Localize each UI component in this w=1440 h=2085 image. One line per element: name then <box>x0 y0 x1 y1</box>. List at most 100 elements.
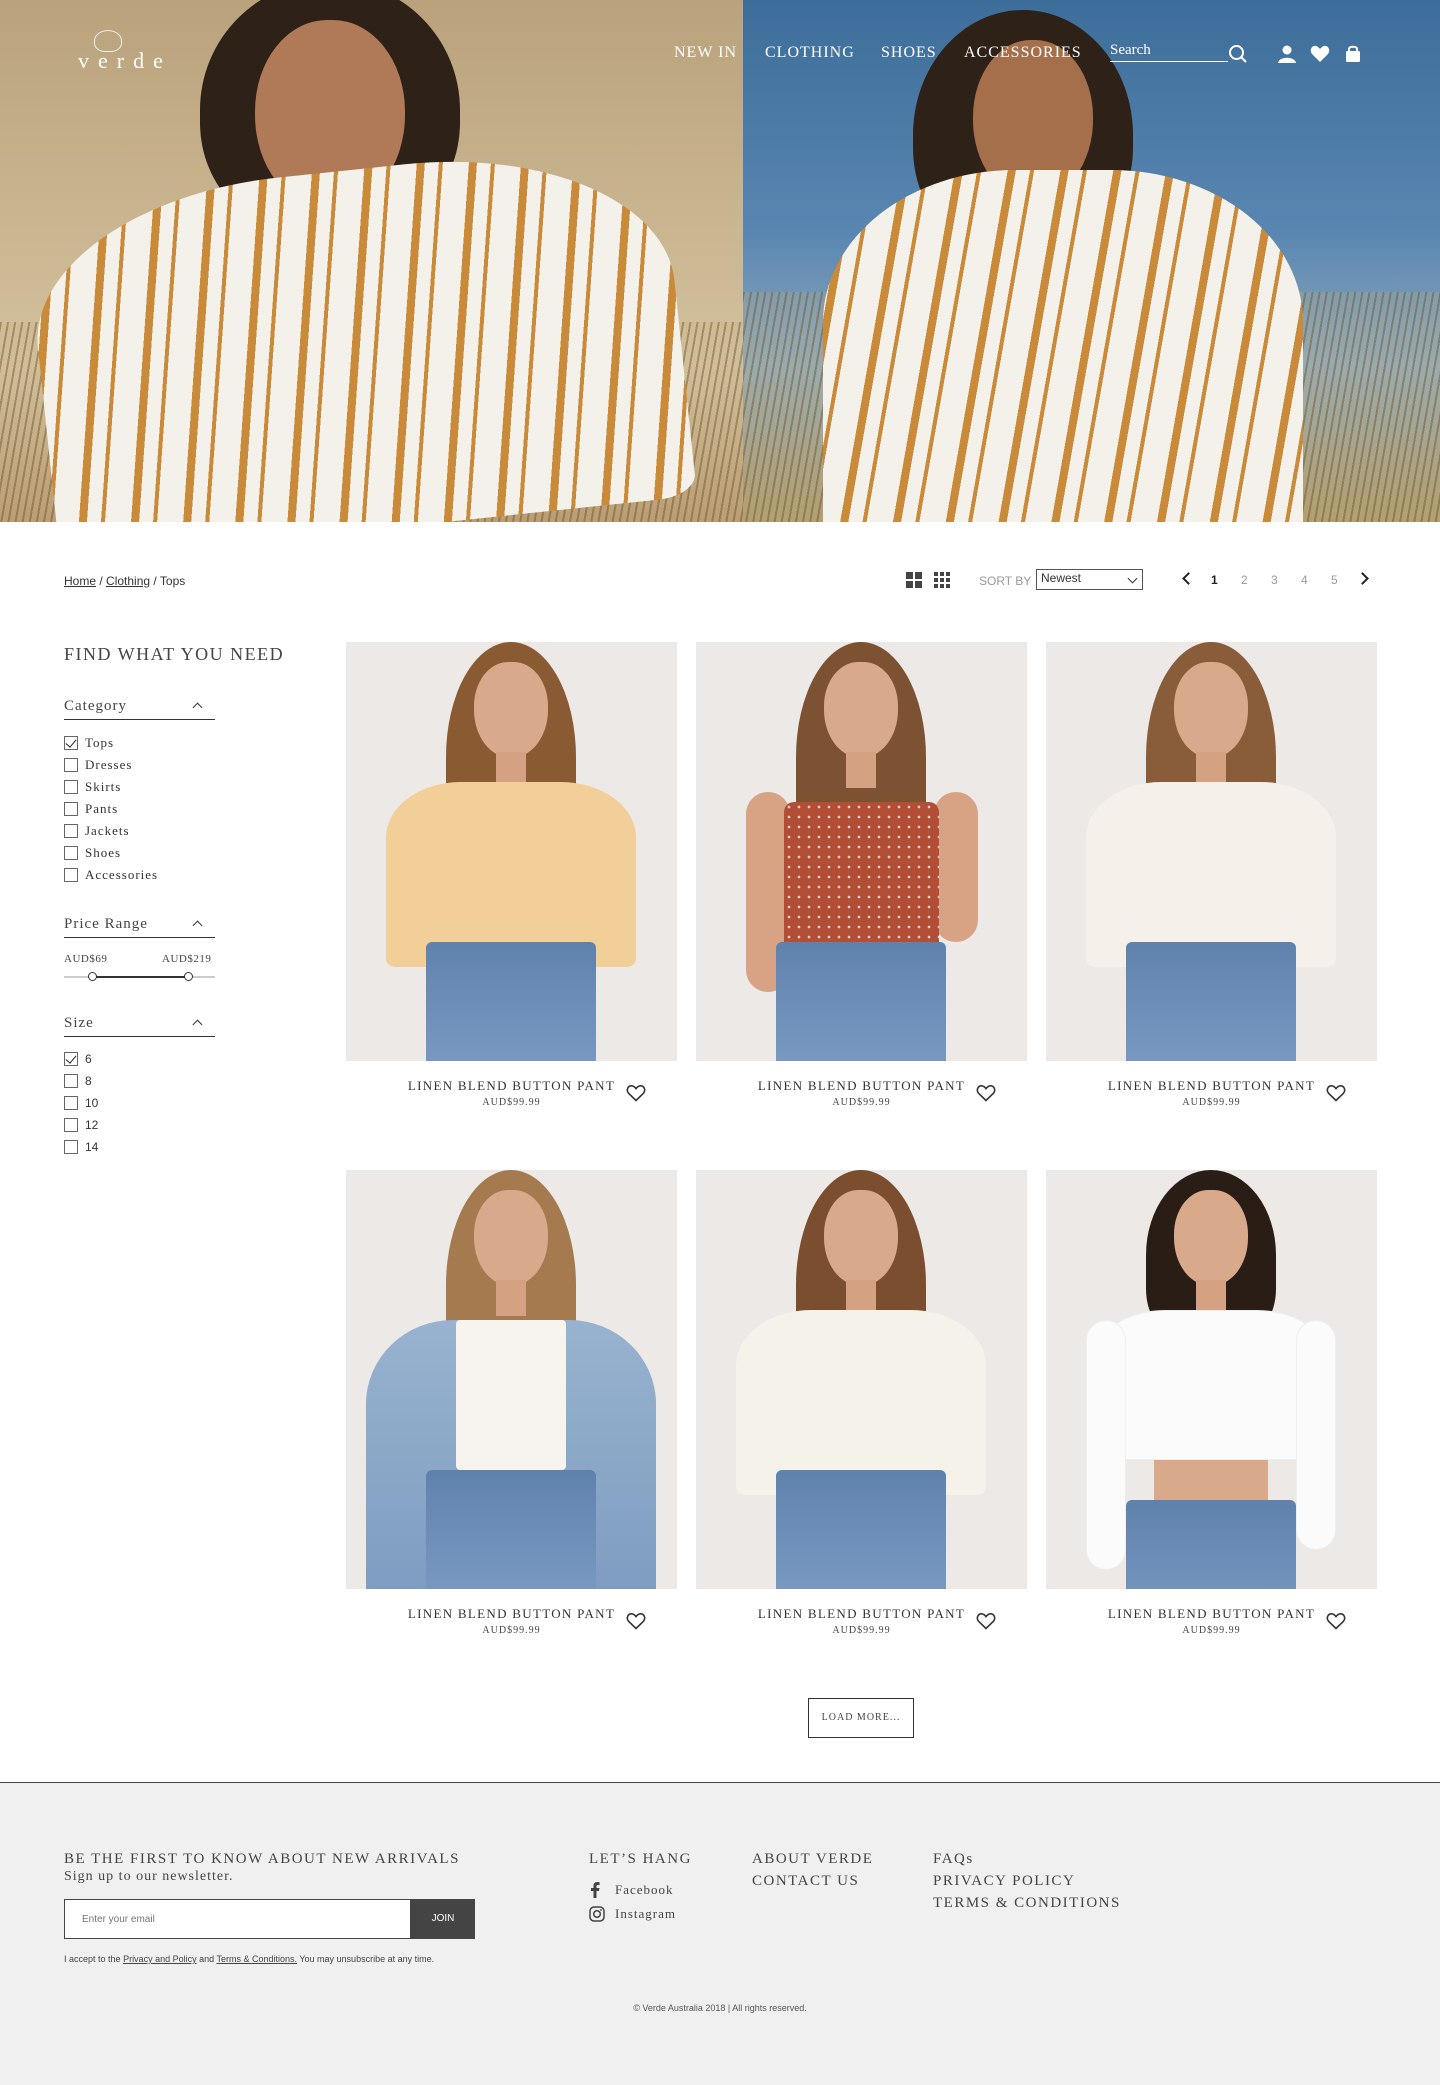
wishlist-heart-icon[interactable] <box>976 1084 996 1102</box>
social-title: LET’S HANG <box>589 1851 692 1867</box>
search-icon[interactable] <box>1228 44 1248 64</box>
footer-link-faqs[interactable]: FAQs <box>933 1851 974 1868</box>
product-image[interactable] <box>346 642 677 1061</box>
user-icon[interactable] <box>1277 44 1297 64</box>
checkbox[interactable] <box>64 736 78 750</box>
checkbox-label: Tops <box>85 735 115 750</box>
privacy-policy-link[interactable]: Privacy and Policy <box>123 1954 197 1964</box>
size-option[interactable]: 8 <box>64 1073 92 1089</box>
brand-logo[interactable]: verde <box>78 48 172 74</box>
category-option[interactable]: Dresses <box>64 757 132 773</box>
product-card: LINEN BLEND BUTTON PANT AUD$99.99 <box>1046 1170 1377 1650</box>
product-image[interactable] <box>1046 642 1377 1061</box>
category-option[interactable]: Skirts <box>64 779 121 795</box>
checkbox[interactable] <box>64 802 78 816</box>
chevron-down-icon <box>1127 573 1138 584</box>
checkbox[interactable] <box>64 1140 78 1154</box>
checkbox[interactable] <box>64 1118 78 1132</box>
size-option[interactable]: 12 <box>64 1117 98 1133</box>
checkbox[interactable] <box>64 846 78 860</box>
chevron-up-icon <box>192 1019 203 1030</box>
category-filter-header[interactable]: Category <box>64 698 215 720</box>
footer-link-about[interactable]: ABOUT VERDE <box>752 1851 873 1868</box>
facebook-label: Facebook <box>615 1882 674 1897</box>
product-image[interactable] <box>346 1170 677 1589</box>
size-option[interactable]: 14 <box>64 1139 98 1155</box>
category-option[interactable]: Jackets <box>64 823 130 839</box>
size-filter-title: Size <box>64 1015 94 1031</box>
facebook-icon <box>591 1882 600 1898</box>
product-image[interactable] <box>1046 1170 1377 1589</box>
top-navigation: verde NEW IN CLOTHING SHOES ACCESSORIES <box>0 0 1440 110</box>
chevron-up-icon <box>192 920 203 931</box>
nav-link-accessories[interactable]: ACCESSORIES <box>964 44 1082 62</box>
category-option[interactable]: Shoes <box>64 845 121 861</box>
checkbox[interactable] <box>64 1074 78 1088</box>
wishlist-heart-icon[interactable] <box>626 1084 646 1102</box>
checkbox[interactable] <box>64 758 78 772</box>
wishlist-heart-icon[interactable] <box>626 1612 646 1630</box>
load-more-button[interactable]: LOAD MORE... <box>808 1698 914 1738</box>
search-input[interactable] <box>1110 42 1220 59</box>
checkbox[interactable] <box>64 824 78 838</box>
price-filter-header[interactable]: Price Range <box>64 916 215 938</box>
price-slider-range <box>92 976 189 978</box>
terms-link[interactable]: Terms & Conditions. <box>216 1954 297 1964</box>
page-5[interactable]: 5 <box>1331 573 1338 587</box>
breadcrumb-home[interactable]: Home <box>64 574 96 588</box>
footer-link-contact[interactable]: CONTACT US <box>752 1873 859 1890</box>
facebook-link[interactable]: Facebook <box>589 1881 674 1899</box>
category-option[interactable]: Pants <box>64 801 118 817</box>
nav-link-new-in[interactable]: NEW IN <box>674 44 737 62</box>
checkbox[interactable] <box>64 868 78 882</box>
breadcrumb-clothing[interactable]: Clothing <box>106 574 150 588</box>
prev-page-icon[interactable] <box>1182 572 1195 585</box>
checkbox-label: Accessories <box>85 867 159 882</box>
nav-link-clothing[interactable]: CLOTHING <box>765 44 855 62</box>
newsletter-title: BE THE FIRST TO KNOW ABOUT NEW ARRIVALS <box>64 1851 460 1867</box>
checkbox[interactable] <box>64 780 78 794</box>
size-option[interactable]: 6 <box>64 1051 92 1067</box>
page-4[interactable]: 4 <box>1301 573 1308 587</box>
wishlist-heart-icon[interactable] <box>976 1612 996 1630</box>
consent-prefix: I accept to the <box>64 1954 121 1964</box>
email-field[interactable] <box>65 1900 410 1938</box>
nav-link-shoes[interactable]: SHOES <box>881 44 937 62</box>
checkbox[interactable] <box>64 1096 78 1110</box>
breadcrumb-separator: / <box>99 574 103 588</box>
heart-icon[interactable] <box>1310 44 1330 64</box>
checkbox-label: 8 <box>85 1074 92 1088</box>
product-card: LINEN BLEND BUTTON PANT AUD$99.99 <box>696 642 1027 1122</box>
sort-dropdown[interactable]: Newest <box>1036 569 1143 590</box>
category-option[interactable]: Tops <box>64 735 114 751</box>
instagram-link[interactable]: Instagram <box>589 1905 676 1923</box>
breadcrumb-separator: / <box>153 574 157 588</box>
grid-3-icon[interactable] <box>934 572 950 588</box>
consent-and: and <box>199 1954 215 1964</box>
bag-icon[interactable] <box>1343 44 1363 64</box>
footer-link-terms[interactable]: TERMS & CONDITIONS <box>933 1895 1121 1912</box>
price-slider-max-handle[interactable] <box>184 972 193 981</box>
product-image[interactable] <box>696 642 1027 1061</box>
wishlist-heart-icon[interactable] <box>1326 1612 1346 1630</box>
consent-suffix: You may unsubscribe at any time. <box>299 1954 435 1964</box>
breadcrumb: Home / Clothing / Tops <box>64 574 185 588</box>
product-card: LINEN BLEND BUTTON PANT AUD$99.99 <box>346 1170 677 1650</box>
grid-2-icon[interactable] <box>906 572 922 588</box>
footer-link-privacy[interactable]: PRIVACY POLICY <box>933 1873 1075 1890</box>
page-2[interactable]: 2 <box>1241 573 1248 587</box>
page-3[interactable]: 3 <box>1271 573 1278 587</box>
join-button[interactable]: JOIN <box>411 1899 475 1939</box>
category-option[interactable]: Accessories <box>64 867 158 883</box>
price-slider-min-handle[interactable] <box>88 972 97 981</box>
checkbox[interactable] <box>64 1052 78 1066</box>
size-option[interactable]: 10 <box>64 1095 98 1111</box>
product-image[interactable] <box>696 1170 1027 1589</box>
size-filter-header[interactable]: Size <box>64 1015 215 1037</box>
next-page-icon[interactable] <box>1356 572 1369 585</box>
wishlist-heart-icon[interactable] <box>1326 1084 1346 1102</box>
page-1[interactable]: 1 <box>1211 573 1218 587</box>
price-filter-title: Price Range <box>64 916 148 932</box>
breadcrumb-current: Tops <box>159 574 186 588</box>
checkbox-label: 14 <box>85 1140 99 1154</box>
